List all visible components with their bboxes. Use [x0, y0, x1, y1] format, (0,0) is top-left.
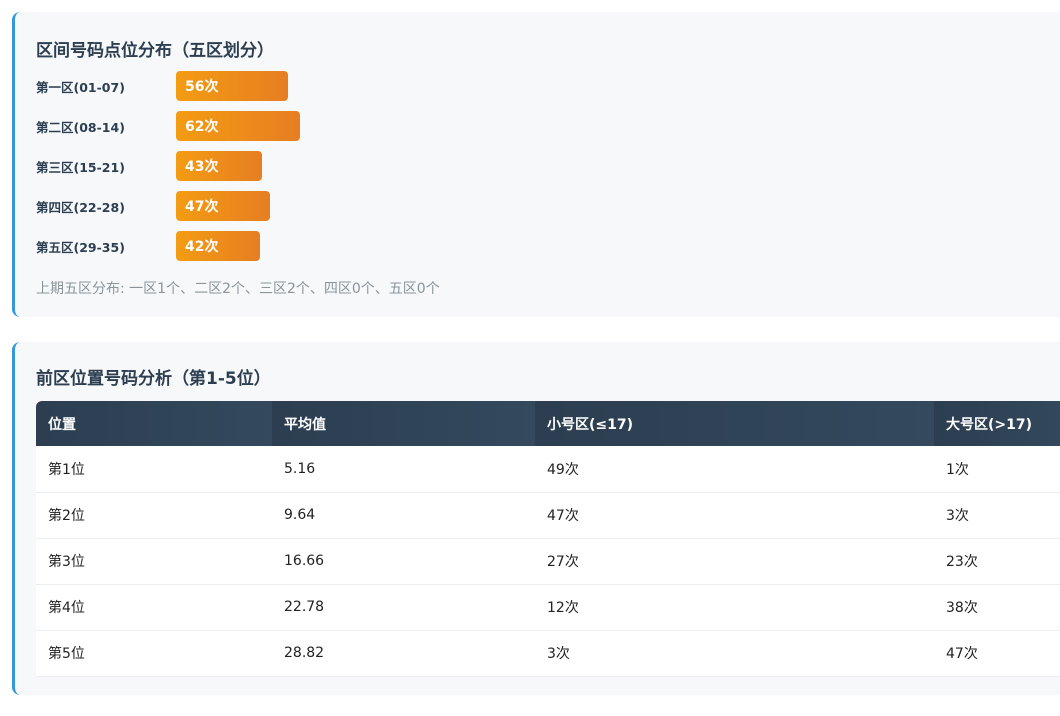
zone-count: 62次 [185, 119, 219, 135]
table-cell: 第2位 [36, 492, 272, 539]
table-row: 第2位 9.64 47次 3次 [36, 492, 1060, 539]
zone-row: 第四区(22-28) 47次 [36, 191, 270, 221]
table-cell: 27次 [535, 538, 934, 585]
table-cell: 22.78 [272, 584, 535, 631]
zone-label: 第三区(15-21) [36, 159, 125, 175]
zone-label: 第五区(29-35) [36, 239, 125, 255]
table-cell: 1次 [934, 446, 1060, 493]
header-small-zone: 小号区(≤17) [535, 401, 934, 446]
zone-distribution-title: 区间号码点位分布（五区划分） [36, 41, 274, 61]
table-header-row: 位置 平均值 小号区(≤17) 大号区(>17) [36, 401, 1060, 446]
zone-count: 47次 [185, 199, 219, 215]
table-cell: 5.16 [272, 446, 535, 493]
table-cell: 第4位 [36, 584, 272, 631]
zone-distribution-card: 区间号码点位分布（五区划分） 第一区(01-07) 56次第二区(08-14) 62… [12, 12, 1060, 317]
zone-count: 43次 [185, 159, 219, 175]
header-position: 位置 [36, 401, 272, 446]
table-row: 第5位 28.82 3次 47次 [36, 630, 1060, 677]
table-cell: 9.64 [272, 492, 535, 539]
table-row: 第3位 16.66 27次 23次 [36, 538, 1060, 585]
zone-bar: 42次 [176, 231, 260, 261]
last-period-note: 上期五区分布: 一区1个、二区2个、三区2个、四区0个、五区0个 [36, 281, 440, 297]
zone-bar: 62次 [176, 111, 300, 141]
zone-count: 42次 [185, 239, 219, 255]
table-cell: 23次 [934, 538, 1060, 585]
zone-row: 第二区(08-14) 62次 [36, 111, 300, 141]
zone-bar: 43次 [176, 151, 262, 181]
table-cell: 38次 [934, 584, 1060, 631]
table-cell: 12次 [535, 584, 934, 631]
table-cell: 第1位 [36, 446, 272, 493]
header-average: 平均值 [272, 401, 535, 446]
table-cell: 3次 [934, 492, 1060, 539]
zone-label: 第四区(22-28) [36, 199, 125, 215]
zone-count: 56次 [185, 79, 219, 95]
zone-bar: 56次 [176, 71, 288, 101]
header-large-zone: 大号区(>17) [934, 401, 1060, 446]
table-cell: 49次 [535, 446, 934, 493]
table-cell: 3次 [535, 630, 934, 677]
table-cell: 28.82 [272, 630, 535, 677]
position-analysis-title: 前区位置号码分析（第1-5位） [36, 369, 271, 389]
table-row: 第4位 22.78 12次 38次 [36, 584, 1060, 631]
zone-label: 第二区(08-14) [36, 119, 125, 135]
table-cell: 16.66 [272, 538, 535, 585]
position-analysis-card: 前区位置号码分析（第1-5位） 位置 平均值 小号区(≤17) 大号区(>17)… [12, 342, 1060, 695]
position-table: 位置 平均值 小号区(≤17) 大号区(>17) 第1位 5.16 49次 1次 第2位… [36, 401, 1060, 677]
zone-row: 第三区(15-21) 43次 [36, 151, 262, 181]
zone-label: 第一区(01-07) [36, 79, 125, 95]
table-row: 第1位 5.16 49次 1次 [36, 446, 1060, 493]
zone-bar: 47次 [176, 191, 270, 221]
table-cell: 第3位 [36, 538, 272, 585]
zone-row: 第五区(29-35) 42次 [36, 231, 260, 261]
table-cell: 47次 [934, 630, 1060, 677]
zone-row: 第一区(01-07) 56次 [36, 71, 288, 101]
table-cell: 47次 [535, 492, 934, 539]
table-cell: 第5位 [36, 630, 272, 677]
